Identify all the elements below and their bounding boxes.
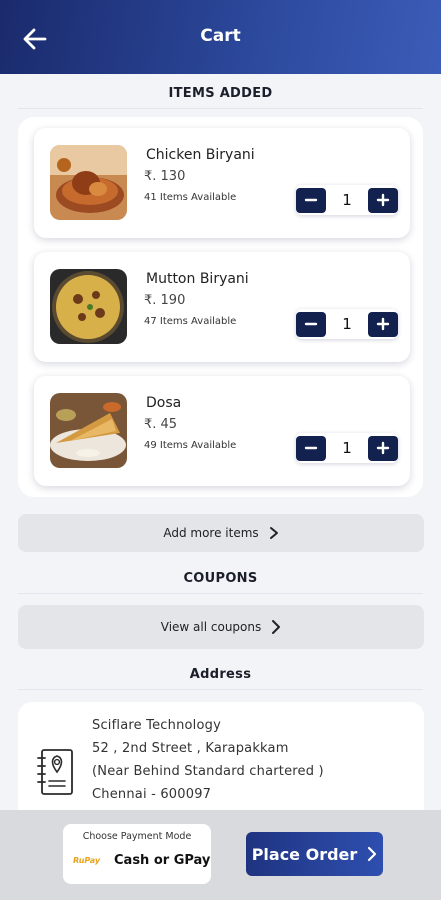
cart-item-card: Mutton Biryani ₹. 190 47 Items Available…	[34, 252, 410, 362]
items-added-heading: ITEMS ADDED	[0, 86, 441, 109]
decrease-button[interactable]	[296, 187, 326, 213]
place-order-button[interactable]: Place Order	[246, 832, 383, 876]
address-line-street: 52 , 2nd Street , Karapakkam	[92, 741, 289, 756]
chevron-right-icon	[368, 846, 377, 862]
address-line-landmark: (Near Behind Standard chartered )	[92, 764, 324, 779]
quantity-value: 1	[342, 439, 352, 457]
mutton-biryani-image	[50, 269, 127, 344]
address-card[interactable]: Sciflare Technology 52 , 2nd Street , Ka…	[18, 702, 424, 822]
rupay-logo: RuPay	[73, 856, 101, 865]
payment-method-label: Cash or GPay	[114, 853, 211, 868]
address-line-company: Sciflare Technology	[92, 718, 221, 733]
quantity-stepper: 1	[296, 185, 398, 215]
item-availability: 41 Items Available	[144, 192, 237, 203]
address-heading: Address	[0, 667, 441, 690]
chevron-right-icon	[272, 620, 281, 634]
view-all-coupons-button[interactable]: View all coupons	[18, 605, 424, 649]
decrease-button[interactable]	[296, 435, 326, 461]
place-order-label: Place Order	[251, 844, 358, 864]
item-price: ₹. 45	[144, 417, 178, 432]
quantity-value: 1	[342, 315, 352, 333]
cart-item-card: Chicken Biryani ₹. 130 41 Items Availabl…	[34, 128, 410, 238]
increase-button[interactable]	[368, 311, 398, 337]
quantity-stepper: 1	[296, 433, 398, 463]
page-title: Cart	[200, 26, 241, 46]
minus-icon	[304, 446, 318, 450]
plus-icon	[376, 441, 390, 455]
add-more-items-label: Add more items	[163, 526, 259, 540]
coupons-heading: COUPONS	[0, 571, 441, 594]
chevron-right-icon	[269, 527, 278, 539]
checkout-bar: Choose Payment Mode RuPay Cash or GPay P…	[0, 810, 441, 900]
item-name: Mutton Biryani	[146, 271, 249, 287]
view-all-coupons-label: View all coupons	[160, 620, 262, 634]
decrease-button[interactable]	[296, 311, 326, 337]
item-availability: 49 Items Available	[144, 440, 237, 451]
increase-button[interactable]	[368, 187, 398, 213]
payment-mode-title: Choose Payment Mode	[82, 831, 192, 842]
cart-items-panel: Chicken Biryani ₹. 130 41 Items Availabl…	[18, 117, 423, 497]
payment-mode-selector[interactable]: Choose Payment Mode RuPay Cash or GPay	[63, 824, 211, 884]
plus-icon	[376, 317, 390, 331]
item-availability: 47 Items Available	[144, 316, 237, 327]
dosa-image	[50, 393, 127, 468]
address-line-city: Chennai - 600097	[92, 787, 212, 802]
quantity-stepper: 1	[296, 309, 398, 339]
plus-icon	[376, 193, 390, 207]
minus-icon	[304, 198, 318, 202]
app-header: Cart	[0, 0, 441, 74]
add-more-items-button[interactable]: Add more items	[18, 514, 424, 552]
increase-button[interactable]	[368, 435, 398, 461]
item-price: ₹. 130	[144, 169, 186, 184]
item-name: Dosa	[146, 395, 182, 411]
chicken-biryani-image	[50, 145, 127, 220]
item-price: ₹. 190	[144, 293, 186, 308]
cart-item-card: Dosa ₹. 45 49 Items Available 1	[34, 376, 410, 486]
item-name: Chicken Biryani	[146, 147, 255, 163]
minus-icon	[304, 322, 318, 326]
address-book-icon	[37, 749, 73, 795]
quantity-value: 1	[342, 191, 352, 209]
